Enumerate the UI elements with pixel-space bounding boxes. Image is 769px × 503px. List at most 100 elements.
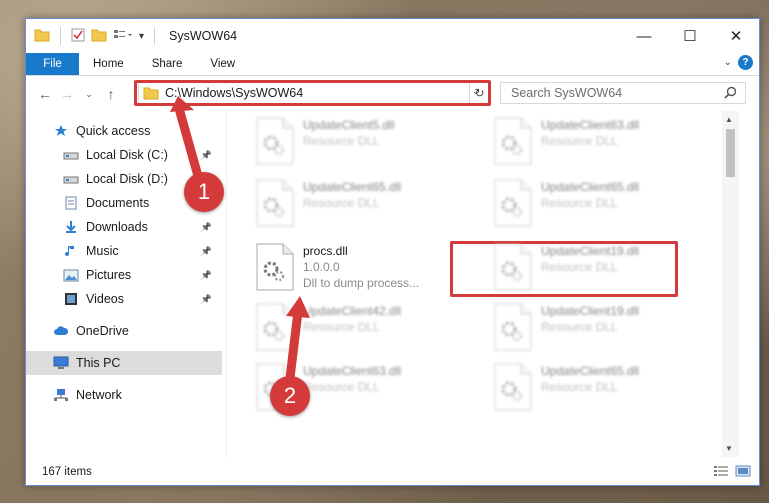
tab-share[interactable]: Share (138, 53, 197, 75)
file-info: UpdateClient19.dll Resource DLL (541, 241, 639, 297)
file-item[interactable]: UpdateClient65.dll Resource DLL (249, 177, 479, 233)
folder-icon (143, 86, 159, 100)
sidebar-item[interactable]: Network (26, 383, 222, 407)
star-icon (52, 124, 70, 138)
address-bar[interactable]: C:\Windows\SysWOW64 ⌄ (138, 82, 489, 104)
file-name: UpdateClient42.dll (303, 304, 402, 318)
file-item[interactable]: UpdateClient42.dll Resource DLL (249, 301, 479, 357)
file-item-procs-dll[interactable]: procs.dll 1.0.0.0 Dll to dump process... (249, 241, 479, 297)
sidebar-item[interactable]: This PC (26, 351, 222, 375)
help-icon[interactable]: ? (738, 55, 753, 70)
pin-icon: 📌 (200, 269, 212, 280)
properties-icon[interactable] (71, 28, 85, 45)
vertical-scrollbar[interactable]: ▲ ▼ (722, 111, 739, 457)
quick-access-toolbar: ▾ (26, 27, 159, 45)
file-name: UpdateClient65.dll (541, 364, 640, 378)
file-item[interactable]: UpdateClient19.dll Resource DLL (487, 241, 717, 297)
documents-icon (62, 196, 80, 210)
sidebar-item-label: Pictures (86, 268, 132, 282)
file-description: Resource DLL (303, 196, 380, 210)
file-detail: Dll to dump process... (303, 276, 420, 290)
scroll-down-icon[interactable]: ▼ (725, 444, 733, 453)
file-description: Resource DLL (303, 134, 380, 148)
ribbon-right: ⌄ ? (724, 55, 753, 70)
step-marker-2: 2 (270, 376, 310, 416)
sidebar-item-label: This PC (76, 356, 121, 370)
file-item[interactable]: UpdateClient63.dll Resource DLL (487, 115, 717, 171)
sidebar-item[interactable]: Downloads 📌 (26, 215, 222, 239)
file-item[interactable]: UpdateClient65.dll Resource DLL (487, 177, 717, 233)
file-name: UpdateClient63.dll (541, 118, 640, 132)
file-info: UpdateClient5.dll Resource DLL (303, 115, 394, 171)
window-controls: — ☐ ✕ (621, 19, 759, 53)
minimize-button[interactable]: — (621, 19, 667, 53)
dll-file-icon (493, 363, 533, 411)
sidebar-item[interactable]: Local Disk (C:) 📌 (26, 143, 222, 167)
sidebar-item[interactable]: Music 📌 (26, 239, 222, 263)
file-name: UpdateClient65.dll (541, 180, 640, 194)
navigation-bar: ← → ⌄ ↑ C:\Windows\SysWOW64 ⌄ ↻ Search S… (26, 76, 759, 112)
toolbar-separator (60, 27, 61, 45)
step-marker-1: 1 (184, 172, 224, 212)
file-name: UpdateClient19.dll (541, 244, 640, 258)
download-icon (62, 220, 80, 234)
view-switcher (713, 465, 751, 480)
file-info: procs.dll 1.0.0.0 Dll to dump process... (303, 241, 419, 297)
file-item[interactable]: UpdateClient5.dll Resource DLL (249, 115, 479, 171)
sidebar-item-label: Documents (86, 196, 150, 210)
file-info: UpdateClient65.dll Resource DLL (303, 177, 401, 233)
sidebar-item[interactable]: Videos 📌 (26, 287, 222, 311)
toolbar-separator (154, 27, 156, 45)
close-button[interactable]: ✕ (713, 19, 759, 53)
file-description: 1.0.0.0 (303, 260, 340, 274)
cloud-icon (52, 325, 70, 337)
expand-ribbon-icon[interactable]: ⌄ (724, 57, 732, 68)
dll-file-icon (493, 243, 533, 291)
tab-home[interactable]: Home (79, 53, 138, 75)
tab-file[interactable]: File (26, 53, 79, 75)
sidebar-item-label: Network (76, 388, 122, 402)
dll-file-icon (255, 117, 295, 165)
file-description: Resource DLL (541, 380, 618, 394)
file-info: UpdateClient42.dll Resource DLL (303, 301, 401, 357)
details-view-icon[interactable] (713, 465, 729, 480)
file-description: Resource DLL (541, 134, 618, 148)
search-icon[interactable] (724, 86, 737, 102)
sidebar-item[interactable]: Pictures 📌 (26, 263, 222, 287)
file-description: Resource DLL (541, 320, 618, 334)
maximize-button[interactable]: ☐ (667, 19, 713, 53)
window-title: SysWOW64 (169, 29, 238, 43)
back-icon[interactable]: ← (34, 86, 56, 102)
view-options-icon[interactable] (113, 28, 133, 45)
tab-view[interactable]: View (196, 53, 249, 75)
new-folder-icon[interactable] (91, 28, 107, 45)
file-description: Resource DLL (541, 260, 618, 274)
forward-icon[interactable]: → (56, 86, 78, 102)
file-info: UpdateClient65.dll Resource DLL (541, 361, 639, 417)
pin-icon: 📌 (200, 245, 212, 256)
scrollbar-thumb[interactable] (726, 129, 735, 177)
customize-toolbar-icon[interactable]: ▾ (139, 31, 144, 42)
up-icon[interactable]: ↑ (100, 86, 122, 102)
drive-icon (62, 149, 80, 161)
address-path: C:\Windows\SysWOW64 (165, 86, 304, 100)
dll-file-icon (493, 303, 533, 351)
file-item[interactable]: UpdateClient19.dll Resource DLL (487, 301, 717, 357)
search-input[interactable]: Search SysWOW64 (500, 82, 746, 104)
explorer-window: ▾ SysWOW64 — ☐ ✕ File Home Share View ⌄ … (25, 18, 760, 486)
sidebar-item-label: Local Disk (D:) (86, 172, 168, 186)
sidebar-item[interactable]: OneDrive (26, 319, 222, 343)
sidebar-item[interactable]: Quick access (26, 119, 222, 143)
status-bar: 167 items (26, 459, 759, 485)
dll-file-icon (493, 179, 533, 227)
navigation-pane: Quick access Local Disk (C:) 📌 Local Disk (… (26, 111, 226, 457)
recent-locations-icon[interactable]: ⌄ (78, 89, 100, 100)
refresh-icon[interactable]: ↻ (469, 82, 489, 104)
large-icons-view-icon[interactable] (735, 465, 751, 480)
folder-icon (34, 28, 50, 45)
sidebar-item-label: OneDrive (76, 324, 129, 338)
sidebar-item-label: Quick access (76, 124, 151, 138)
file-item[interactable]: UpdateClient65.dll Resource DLL (487, 361, 717, 417)
scroll-up-icon[interactable]: ▲ (725, 115, 733, 124)
file-name: UpdateClient63.dll (303, 364, 402, 378)
